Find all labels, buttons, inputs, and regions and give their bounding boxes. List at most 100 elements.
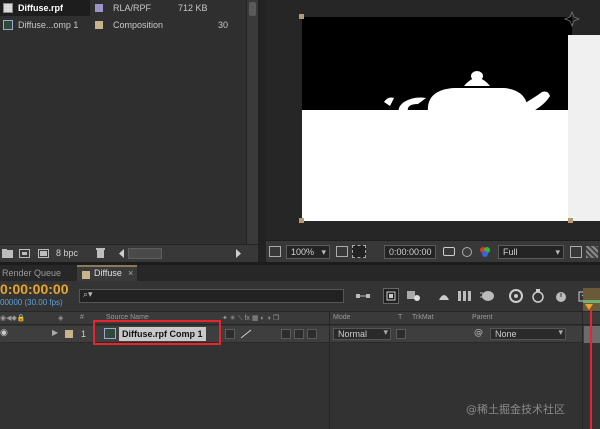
parent-value: None: [495, 329, 517, 339]
scroll-right-arrow-icon[interactable]: [233, 248, 245, 259]
fast-previews-icon[interactable]: [570, 246, 582, 258]
composition-icon: [3, 20, 13, 30]
layer-source-name[interactable]: Diffuse.rpf Comp 1: [119, 327, 206, 341]
visibility-column-icon[interactable]: ◉◀◆🔒: [0, 314, 26, 322]
panel-divider[interactable]: [258, 0, 266, 262]
column-separator: [582, 311, 583, 429]
timeline-controls: 0:00:00:00 00000 (30.00 fps) ⌕▾: [0, 281, 600, 313]
mode-column-header[interactable]: Mode: [333, 314, 351, 321]
switches-column-icons[interactable]: ✦ ✳ ⟍ fx ▦ ◐ ◑ ❒: [222, 314, 279, 323]
layer-label-color[interactable]: [65, 330, 73, 338]
bit-depth-label[interactable]: 8 bpc: [56, 248, 78, 258]
item-type: Composition: [113, 20, 164, 30]
timeline-tab-bar: Render Queue Diffuse ×: [0, 265, 600, 281]
expand-layer-arrow-icon[interactable]: ▶: [52, 328, 58, 337]
project-scrollbar[interactable]: [246, 0, 258, 244]
brainstorm-icon[interactable]: [508, 288, 524, 304]
blend-mode-dropdown[interactable]: Normal ▾: [333, 328, 391, 340]
viewer-toolbar: 100% ▾ 0:00:00:00 Full ▾: [266, 240, 600, 262]
trash-icon[interactable]: [95, 248, 107, 259]
color-channels-icon[interactable]: [478, 246, 492, 258]
teapot-render: [299, 10, 600, 223]
folder-icon[interactable]: [2, 248, 14, 259]
timeline-column-header: ◉◀◆🔒 ◈ # Source Name ✦ ✳ ⟍ fx ▦ ◐ ◑ ❒ Mo…: [0, 311, 600, 325]
timeline-panel: 0:00:00:00 00000 (30.00 fps) ⌕▾ ◉◀◆🔒 ◈ #…: [0, 281, 600, 429]
layer-search-input[interactable]: ⌕▾: [79, 289, 344, 303]
current-time-display[interactable]: 0:00:00:00: [0, 281, 69, 297]
frame-rate-display: 00000 (30.00 fps): [0, 298, 63, 307]
3d-layer-switch[interactable]: [307, 329, 317, 339]
project-footer: 8 bpc: [0, 244, 258, 262]
tab-label: Render Queue: [2, 268, 62, 278]
eye-visibility-icon[interactable]: ◉: [0, 328, 8, 338]
transparency-grid-icon[interactable]: [586, 246, 598, 258]
project-item-row[interactable]: Diffuse...omp 1 Composition 30: [0, 17, 246, 33]
layer-number: 1: [81, 329, 87, 339]
blend-mode-value: Normal: [338, 329, 368, 339]
always-preview-icon[interactable]: [269, 246, 281, 257]
draft-3d-icon[interactable]: [405, 288, 421, 304]
item-name: Diffuse...omp 1: [18, 20, 79, 30]
chevron-down-icon: ▾: [383, 328, 388, 338]
current-time-indicator[interactable]: [590, 309, 592, 429]
new-composition-icon[interactable]: [19, 248, 31, 259]
column-separator: [329, 311, 330, 429]
shy-switch[interactable]: [225, 329, 235, 339]
watermark: @稀土掘金技术社区: [466, 403, 565, 416]
zoom-dropdown[interactable]: 100% ▾: [286, 245, 330, 259]
chevron-down-icon: ▾: [558, 328, 563, 338]
t-column-header[interactable]: T: [398, 314, 402, 321]
project-settings-icon[interactable]: [38, 248, 50, 259]
region-of-interest-icon[interactable]: [352, 245, 366, 258]
resolution-value: Full: [503, 247, 518, 257]
show-snapshot-icon[interactable]: [462, 247, 472, 257]
label-color-swatch[interactable]: [95, 4, 103, 12]
grid-icon[interactable]: [336, 246, 348, 257]
live-update-icon[interactable]: [383, 288, 399, 304]
comp-color-swatch: [82, 271, 90, 279]
preserve-transparency-switch[interactable]: [396, 329, 406, 339]
project-panel: Diffuse.rpf RLA/RPF 712 KB Diffuse...omp…: [0, 0, 258, 262]
project-item-row[interactable]: Diffuse.rpf RLA/RPF 712 KB: [0, 0, 246, 16]
viewer-timecode[interactable]: 0:00:00:00: [384, 245, 436, 259]
trkmat-column-header[interactable]: TrkMat: [412, 314, 434, 321]
scroll-thumb[interactable]: [249, 2, 256, 16]
pick-whip-icon[interactable]: @: [474, 328, 483, 338]
scroll-left-arrow-icon[interactable]: [116, 248, 128, 259]
comp-mini-flowchart-icon[interactable]: [355, 288, 371, 304]
tab-render-queue[interactable]: Render Queue: [0, 265, 76, 281]
parent-column-header[interactable]: Parent: [472, 314, 493, 321]
layer-duration-bar[interactable]: [584, 326, 600, 343]
composition-viewer: 100% ▾ 0:00:00:00 Full ▾: [266, 0, 600, 262]
label-column-icon[interactable]: ◈: [58, 314, 63, 322]
tab-diffuse[interactable]: Diffuse ×: [77, 265, 137, 281]
motion-blur-switch[interactable]: [281, 329, 291, 339]
horizontal-scroll-thumb[interactable]: [128, 248, 162, 259]
label-color-swatch[interactable]: [95, 21, 103, 29]
timer-icon[interactable]: [553, 288, 569, 304]
zoom-value: 100%: [291, 247, 315, 257]
tab-label: Diffuse: [94, 268, 122, 278]
layer-row[interactable]: ◉ ▶ 1 Diffuse.rpf Comp 1 Normal ▾ @ None…: [0, 320, 600, 345]
search-icon: ⌕▾: [83, 290, 93, 300]
close-tab-icon[interactable]: ×: [128, 265, 133, 281]
frame-blending-icon[interactable]: [457, 288, 473, 304]
adjustment-layer-switch[interactable]: [294, 329, 304, 339]
quality-switch-icon[interactable]: [239, 329, 253, 339]
item-name: Diffuse.rpf: [18, 3, 63, 13]
item-type: RLA/RPF: [113, 3, 152, 13]
number-column-header[interactable]: #: [80, 314, 84, 321]
graph-editor-icon[interactable]: [530, 288, 546, 304]
item-size: 712 KB: [178, 3, 208, 13]
composition-icon: [104, 328, 116, 339]
motion-blur-icon[interactable]: [479, 288, 495, 304]
resolution-dropdown[interactable]: Full ▾: [498, 245, 564, 259]
snapshot-camera-icon[interactable]: [443, 247, 455, 256]
viewer-canvas[interactable]: [266, 0, 600, 240]
parent-dropdown[interactable]: None ▾: [490, 328, 566, 340]
chevron-down-icon: ▾: [555, 247, 560, 257]
file-icon: [3, 3, 13, 13]
chevron-down-icon: ▾: [321, 247, 326, 257]
item-frame-rate: 30: [218, 20, 229, 30]
hide-shy-layers-icon[interactable]: [436, 288, 452, 304]
